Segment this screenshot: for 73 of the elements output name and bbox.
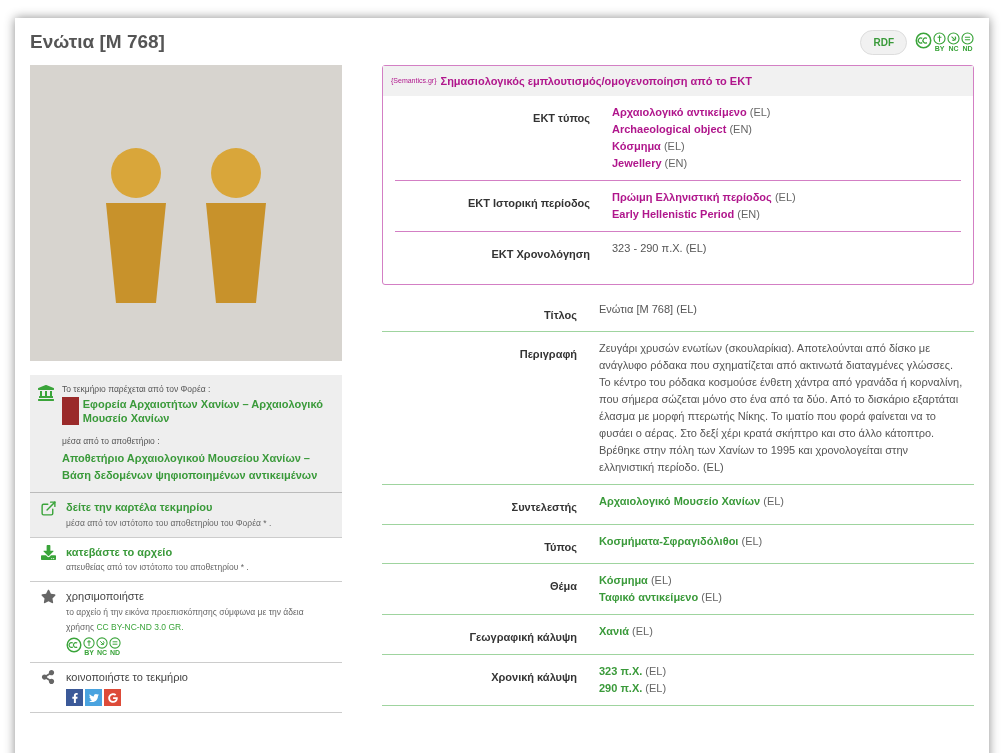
- value-link[interactable]: Χανιά: [599, 625, 630, 637]
- language-tag: (EL): [645, 664, 667, 677]
- action-link[interactable]: κατεβάστε το αρχείο: [66, 543, 334, 560]
- external-link-icon: [39, 500, 57, 517]
- action-note: μέσα από τον ιστότοπο του αποθετηρίου του Φορέα * .: [66, 516, 273, 530]
- google-icon: [107, 692, 118, 703]
- provider-link[interactable]: Εφορεία Αρχαιοτήτων Χανίων – Αρχαιολογικό Μουσείο Χανίων: [82, 397, 334, 426]
- language-tag: (EL): [763, 495, 785, 507]
- field-label: ΕΚΤ Ιστορική περίοδος: [466, 196, 590, 211]
- action-title: κοινοποιήστε το τεκμήριο: [66, 669, 189, 685]
- provider-logo: [62, 397, 79, 426]
- field-label: ΕΚΤ τύπος: [532, 111, 590, 126]
- field-label: Τύπος: [543, 539, 577, 555]
- language-tag: (EN): [729, 123, 752, 135]
- value-link[interactable]: Archaeological object: [612, 123, 727, 135]
- facebook-icon: [69, 692, 80, 703]
- license-icon: [96, 636, 108, 649]
- value-link[interactable]: Jewellery: [612, 157, 662, 169]
- value-link[interactable]: Κοσμήματα-Σφραγιδόλιθοι: [599, 534, 739, 547]
- repository-link[interactable]: Αποθετήριο Αρχαιολογικού Μουσείου Χανίων – Βάση δεδομένων ψηφιοποιημένων αντικειμένων: [62, 450, 334, 484]
- language-tag: (EL): [774, 191, 796, 203]
- language-tag: (EN): [737, 208, 760, 220]
- language-tag: (EL): [645, 681, 667, 694]
- page-title: Ενώτια [M 768]: [30, 30, 165, 54]
- value-link[interactable]: Κόσμημα: [599, 574, 648, 586]
- value-link[interactable]: Early Hellenistic Period: [612, 208, 735, 220]
- value-link[interactable]: Πρώιμη Ελληνιστική περίοδος: [612, 191, 772, 203]
- field-label: Θέμα: [549, 579, 577, 594]
- field-label: Γεωγραφική κάλυψη: [468, 630, 577, 645]
- semantics-heading: Σημασιολογικός εμπλουτισμός/ομογενοποίηση από το ΕΚΤ: [440, 73, 752, 89]
- value-link[interactable]: 323 π.Χ.: [599, 664, 643, 677]
- license-icon: [109, 636, 121, 649]
- share-icon: [41, 669, 55, 684]
- value-link[interactable]: 290 π.Χ.: [599, 681, 643, 694]
- field-label: Τίτλος: [542, 307, 577, 323]
- value-link[interactable]: Αρχαιολογικό Μουσείο Χανίων: [599, 495, 761, 507]
- action-title: χρησιμοποιήστε: [66, 589, 145, 604]
- language-tag: (EL): [741, 534, 763, 547]
- language-tag: (EL): [749, 106, 771, 118]
- language-tag: (EL): [663, 140, 685, 152]
- language-tag: (EL): [701, 591, 723, 603]
- license-icon: [947, 32, 960, 46]
- action-note: απευθείας από τον ιστότοπο του αποθετηρίου * .: [66, 561, 250, 574]
- value-text: Ενώτια [M 768] (EL): [599, 301, 698, 317]
- provider-intro: Το τεκμήριο παρέχεται από τον Φορέα :: [62, 382, 212, 396]
- field-label: ΕΚΤ Χρονολόγηση: [490, 247, 590, 262]
- license-icon: [961, 32, 974, 46]
- field-label: Χρονική κάλυψη: [490, 669, 577, 685]
- cc-icon: [915, 32, 932, 50]
- license-icon: [933, 32, 946, 46]
- value-link[interactable]: Κόσμημα: [612, 140, 661, 152]
- language-tag: (EN): [664, 157, 688, 169]
- field-label: Συντελεστής: [510, 500, 577, 515]
- value-link[interactable]: Ταφικό αντικείμενο: [599, 591, 699, 603]
- action-link[interactable]: δείτε την καρτέλα τεκμηρίου: [66, 499, 334, 516]
- repository-intro: μέσα από το αποθετήριο :: [62, 435, 161, 448]
- google-button[interactable]: [104, 689, 121, 706]
- license-icon: [83, 636, 95, 649]
- download-icon: [40, 544, 56, 560]
- star-icon: [40, 589, 56, 604]
- cc-icon: [66, 636, 82, 653]
- value-text: Ζευγάρι χρυσών ενωτίων (σκουλαρίκια). Αποτελούνται από δίσκο με ανάγλυφο ρόδακα που σχηματίζεται από ακτινωτά διαταγμένες γλώσσες. Το κέντρο του ρόδακα κοσμούσε ένθετη χάντρα από γρανάδα ή κορναλίνη, που σήμερα σώζεται μόνο στο ένα από τα δύο. Από το δισκάριο εξαρτάται έλασμα με μορφή πτερωτής Νίκης. Το ιματίο που φορά φαίνεται να το φυσάει ο αέρας. Στο δεξί χέρι κρατά σκήπτρο και στο άλλο κάτοπτρο. Βρέθηκε στην πόλη των Χανίων το 1995 και χρονολογείται στην ελληνιστική περίοδο. (EL): [599, 341, 964, 475]
- language-tag: (EL): [650, 574, 672, 586]
- license-link[interactable]: CC BY-NC-ND 3.0 GR.: [96, 621, 184, 632]
- bird-icon: [88, 692, 99, 703]
- museum-icon: [38, 384, 54, 401]
- value-text: 323 - 290 π.Χ. (EL): [612, 241, 708, 256]
- action-note: το αρχείο ή την εικόνα προεπισκόπησης σύμφωνα με την άδεια χρήσης CC BY-NC-ND 3.0 GR.: [66, 605, 305, 634]
- rdf-button[interactable]: RDF: [860, 29, 907, 55]
- facebook-button[interactable]: [66, 689, 83, 706]
- language-tag: (EL): [632, 625, 653, 637]
- field-label: Περιγραφή: [518, 347, 577, 362]
- value-link[interactable]: Αρχαιολογικό αντικείμενο: [612, 106, 747, 118]
